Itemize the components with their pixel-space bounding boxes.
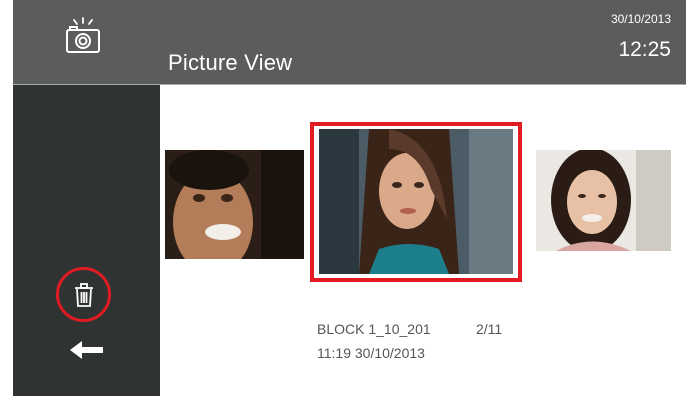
picture-view-screen: Picture View 30/10/2013 12:25 BLOCK 1_10… (13, 0, 686, 396)
delete-button[interactable] (56, 267, 111, 322)
smiling-man-photo[interactable] (165, 150, 304, 259)
page-title: Picture View (168, 50, 293, 75)
photo-counter: 2/11 (476, 321, 503, 337)
smiling-woman-photo[interactable] (536, 150, 671, 251)
header-icon-area (13, 0, 156, 84)
sidebar (13, 85, 160, 396)
picture-viewer: BLOCK 1_10_201 2/11 11:19 30/10/2013 (160, 85, 686, 396)
header-bar: Picture View 30/10/2013 12:25 (13, 0, 686, 84)
back-arrow-icon[interactable] (70, 340, 104, 360)
header-time: 12:25 (618, 38, 671, 61)
trash-icon (74, 282, 93, 307)
camera-icon (66, 17, 100, 53)
photo-timestamp: 11:19 30/10/2013 (317, 345, 425, 361)
woman-portrait-photo[interactable] (319, 129, 513, 274)
header-date: 30/10/2013 (610, 12, 671, 26)
photo-filename: BLOCK 1_10_201 (317, 321, 431, 337)
